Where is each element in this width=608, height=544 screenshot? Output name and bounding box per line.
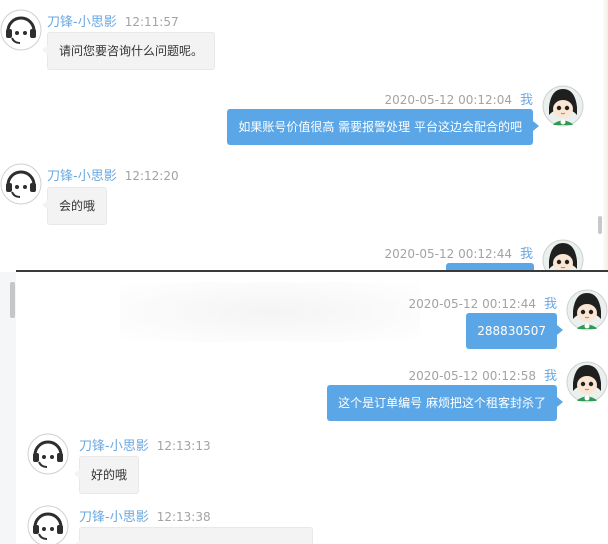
message-bubble-incoming: 请问您要咨询什么问题呢。 — [41, 32, 216, 70]
message-bubble-incoming — [74, 527, 313, 544]
scrollbar-thumb[interactable] — [10, 282, 15, 318]
scrollbar-thumb[interactable] — [598, 216, 602, 234]
message-meta: 刀锋-小思影 12:13:13 — [79, 435, 211, 454]
message-meta: 刀锋-小思影 12:12:20 — [47, 165, 179, 184]
message-bubble-outgoing: 288830507 — [466, 313, 563, 349]
message-time: 12:13:38 — [156, 510, 211, 524]
headset-support-icon — [0, 9, 42, 51]
girl-avatar-icon — [542, 85, 584, 127]
message-time: 12:11:57 — [124, 15, 179, 29]
message-meta: 2020-05-12 00:12:58 我 — [401, 365, 557, 384]
agent-name: 刀锋-小思影 — [47, 15, 117, 30]
message-meta: 2020-05-12 00:12:44 我 — [377, 243, 533, 262]
chat-panel-bottom: 2020-05-12 00:12:44 我 288830507 2020-05-1… — [0, 272, 608, 544]
message-meta: 刀锋-小思影 12:13:38 — [79, 506, 211, 525]
headset-support-icon — [0, 163, 42, 205]
headset-support-icon — [27, 433, 69, 475]
girl-avatar-icon — [542, 239, 584, 271]
message-meta: 刀锋-小思影 12:11:57 — [47, 11, 179, 30]
chat-panel-top: 刀锋-小思影 12:11:57 请问您要咨询什么问题呢。 2020-05-12 0… — [0, 0, 608, 271]
girl-avatar-icon — [566, 361, 608, 403]
message-time: 12:12:20 — [124, 169, 179, 183]
message-bubble-incoming: 好的哦 — [73, 456, 140, 494]
sender-label-me: 我 — [543, 369, 557, 384]
agent-name: 刀锋-小思影 — [79, 439, 149, 454]
blurred-area — [120, 282, 420, 342]
message-time: 2020-05-12 00:12:44 — [408, 297, 536, 311]
window-edge — [602, 0, 608, 271]
sender-label-me: 我 — [543, 297, 557, 312]
message-time: 12:13:13 — [156, 439, 211, 453]
girl-avatar-icon — [566, 289, 608, 331]
message-time: 2020-05-12 00:12:04 — [384, 93, 512, 107]
message-meta: 2020-05-12 00:12:04 我 — [377, 89, 533, 108]
sender-label-me: 我 — [519, 93, 533, 108]
message-bubble-outgoing: 这个是订单编号 麻烦把这个租客封杀了 — [327, 385, 563, 421]
message-time: 2020-05-12 00:12:58 — [408, 369, 536, 383]
sender-label-me: 我 — [519, 247, 533, 262]
message-time: 2020-05-12 00:12:44 — [384, 247, 512, 261]
message-bubble-outgoing: 如果账号价值很高 需要报警处理 平台这边会配合的吧 — [227, 109, 539, 145]
agent-name: 刀锋-小思影 — [47, 169, 117, 184]
message-meta: 2020-05-12 00:12:44 我 — [401, 293, 557, 312]
message-bubble-incoming: 会的哦 — [41, 187, 108, 225]
agent-name: 刀锋-小思影 — [79, 510, 149, 525]
headset-support-icon — [27, 505, 69, 544]
